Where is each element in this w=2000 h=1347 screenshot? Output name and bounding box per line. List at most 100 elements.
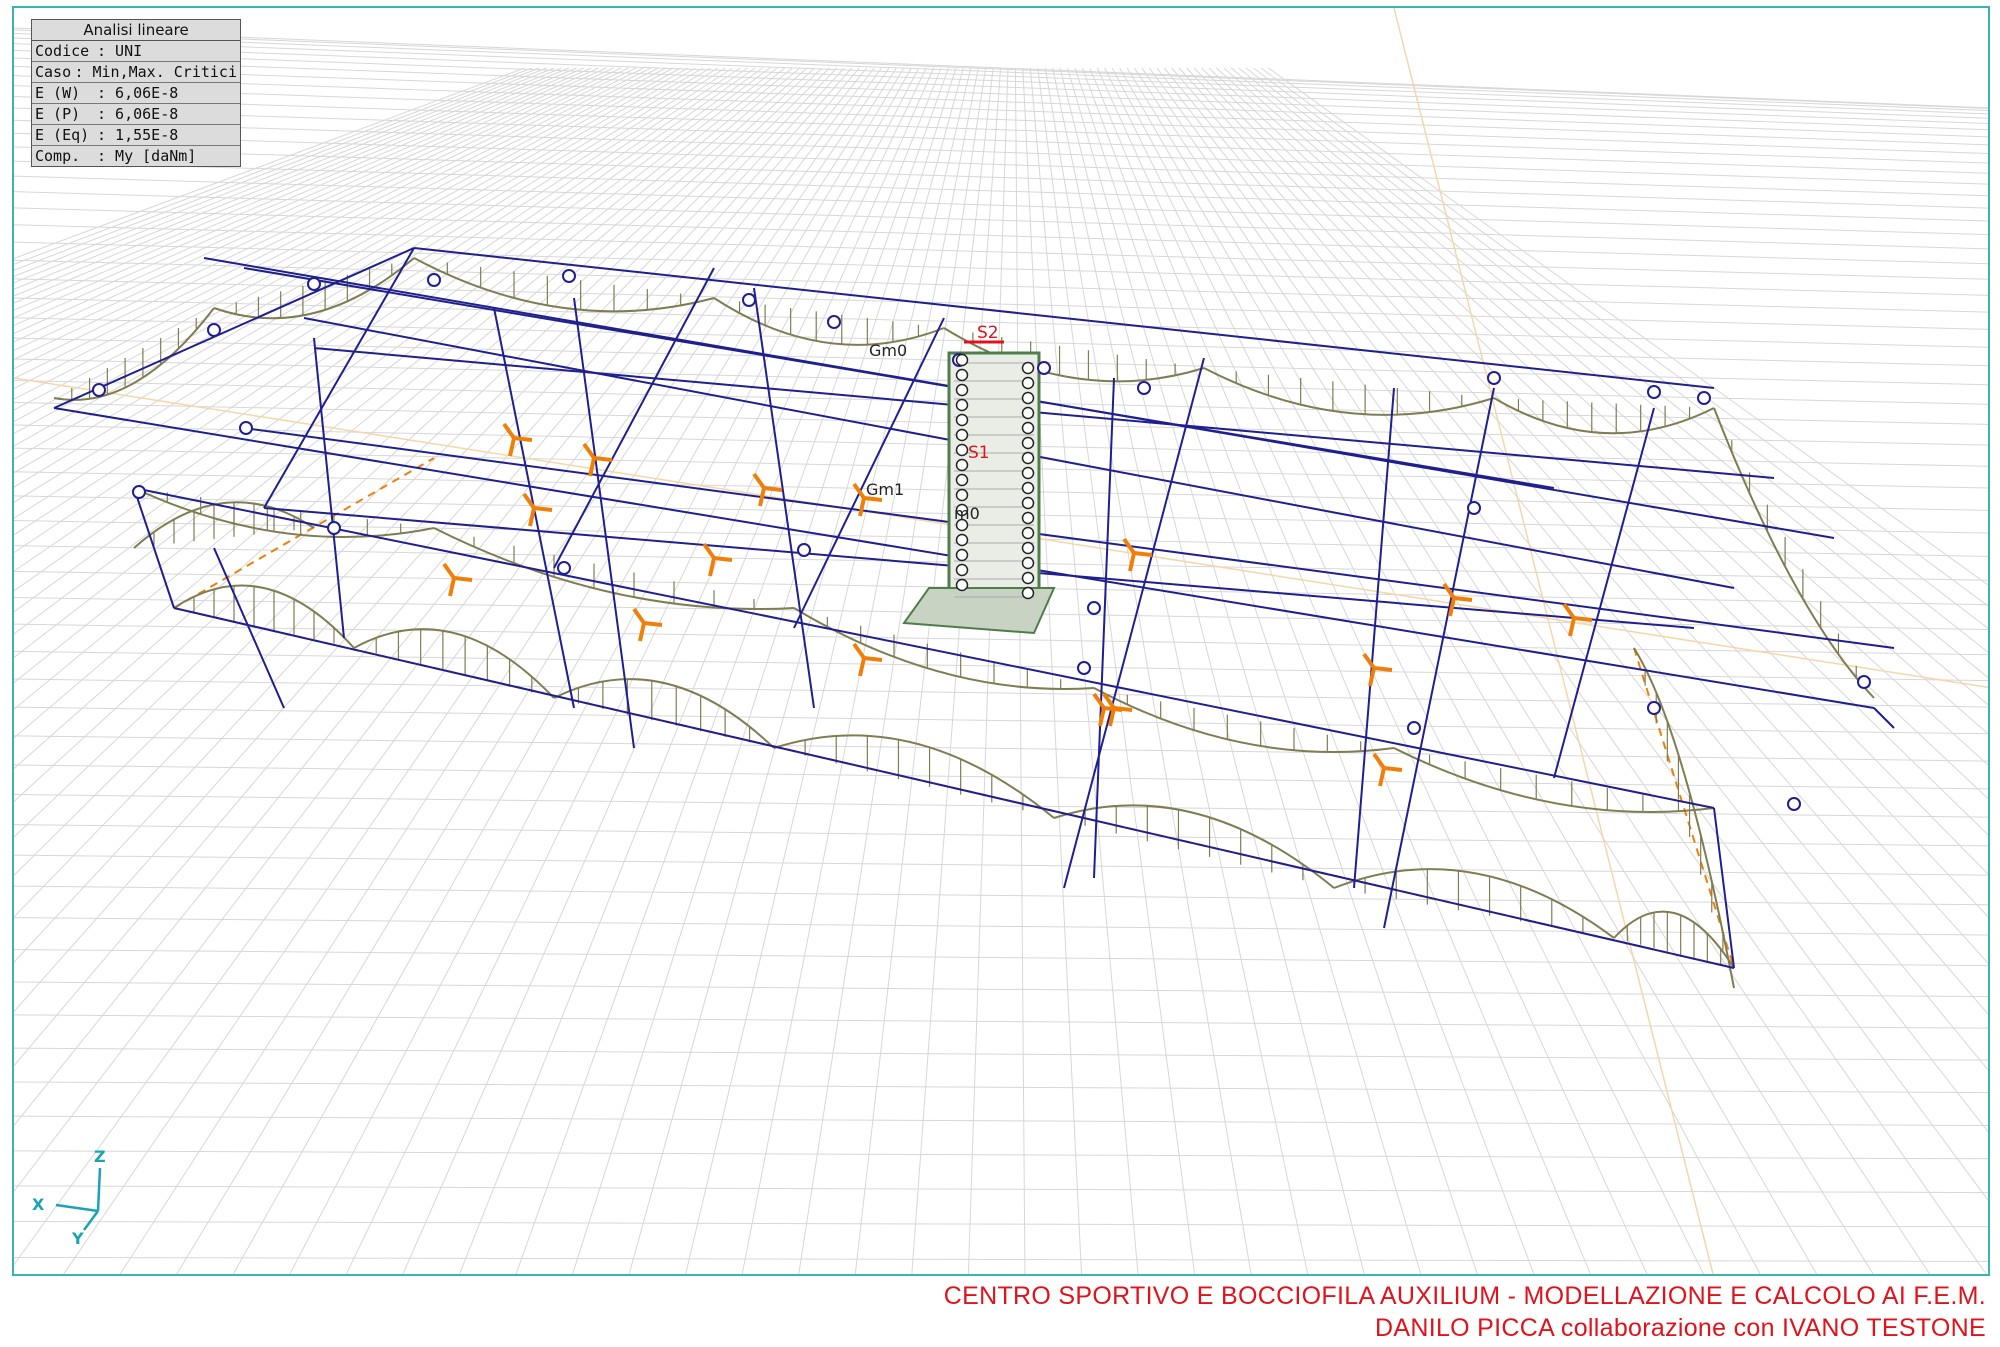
support-arm (1133, 551, 1153, 557)
support-arm (593, 456, 613, 462)
frame-node (239, 421, 253, 435)
support-arm (1092, 692, 1106, 710)
grid-line (14, 1150, 1988, 1160)
frame-node (92, 383, 106, 397)
support-arm (453, 576, 473, 582)
model-viewport[interactable]: S2 S1 Gm0 Gm1 m0 Analisi lineare Codice:… (12, 6, 1990, 1276)
grid-line (1126, 67, 1874, 1274)
support-arm (863, 656, 883, 662)
grid-line (1253, 67, 1988, 629)
grid-line (14, 146, 1988, 209)
grid-line (14, 67, 719, 503)
wall-node (955, 578, 969, 592)
wall-node (955, 368, 969, 382)
row-key: E (W) (35, 84, 81, 102)
support-arm (448, 577, 456, 597)
frame-node (1787, 797, 1801, 811)
support-arm (708, 557, 716, 577)
wall-node (1021, 376, 1035, 390)
grid-line (14, 75, 1988, 146)
project-credits: CENTRO SPORTIVO E BOCCIOFILA AUXILIUM - … (944, 1280, 1986, 1344)
grid-line (1208, 67, 1988, 800)
support-arm (513, 436, 533, 442)
frame-beam (1873, 707, 1895, 729)
wall-node (1021, 451, 1035, 465)
grid-line (967, 67, 1009, 1274)
grid-line (14, 67, 644, 379)
grid-line (1215, 67, 1988, 766)
grid-line (14, 1185, 1988, 1194)
wall-node (1021, 541, 1035, 555)
grid-line (1119, 67, 1818, 1274)
wall-node (1021, 496, 1035, 510)
grid-line (14, 764, 1988, 790)
ground-grid (14, 27, 1988, 1274)
wall-node (1021, 556, 1035, 570)
grid-line (1029, 67, 1139, 1274)
grid-line (14, 67, 614, 343)
grid-line (14, 678, 1988, 708)
frame-node (1077, 661, 1091, 675)
frame-node (327, 521, 341, 535)
frame-node (1467, 501, 1481, 515)
frame-node (827, 315, 841, 329)
wall-node (955, 563, 969, 577)
row-key: Comp. (35, 147, 81, 165)
wall-node (955, 473, 969, 487)
ground-dashed-line (173, 457, 435, 609)
grid-line (14, 650, 1988, 682)
grid-line (1201, 67, 1988, 836)
grid-line (1230, 67, 1988, 706)
grid-line (14, 824, 1988, 847)
row-value: : 1,55E-8 (97, 126, 179, 144)
grid-line (1059, 67, 1365, 1274)
moment-curve (173, 584, 355, 649)
grid-line (14, 67, 733, 536)
grid-line (14, 1256, 1988, 1262)
support-arm (713, 556, 733, 562)
support-arm (758, 487, 766, 507)
frame-node (1087, 601, 1101, 615)
panel-row: E (Eq) : 1,55E-8 (32, 125, 240, 146)
wall-node (1021, 361, 1035, 375)
grid-line (14, 1047, 1988, 1061)
grid-line (14, 1115, 1988, 1126)
axis-y-label: Y (71, 1229, 84, 1248)
grid-line (14, 49, 1988, 125)
wall-node (955, 398, 969, 412)
wall-node (1021, 466, 1035, 480)
grid-line (1156, 67, 1988, 1133)
grid-line (14, 1081, 1988, 1094)
wall-node (1021, 526, 1035, 540)
panel-title: Analisi lineare (32, 20, 240, 41)
grid-line (14, 175, 1988, 236)
reference-axes-lines (14, 8, 1988, 1274)
support-arm (638, 622, 646, 642)
grid-line (1014, 67, 1026, 1274)
frame-node (1407, 721, 1421, 735)
axis-x-label: X (32, 1195, 45, 1214)
frame-node (427, 273, 441, 287)
support-arm (588, 457, 596, 477)
wall-node (955, 353, 969, 367)
grid-line (14, 29, 1988, 109)
label-gm1: Gm1 (866, 480, 904, 499)
grid-line (14, 67, 592, 319)
frame-node (557, 561, 571, 575)
grid-line (289, 67, 920, 1274)
frame-node (797, 543, 811, 557)
support-arm (582, 442, 596, 460)
panel-row: Comp.: My [daNm] (32, 146, 240, 166)
frame-node (307, 277, 321, 291)
grid-line (685, 67, 972, 1274)
axis-z-label: Z (94, 1148, 106, 1166)
wall-node (955, 383, 969, 397)
wall-node (955, 413, 969, 427)
grid-line (14, 1220, 1988, 1228)
row-key: E (P) (35, 105, 81, 123)
fem-model-scene[interactable]: S2 S1 Gm0 Gm1 m0 (14, 8, 1990, 1276)
support-arm (502, 422, 516, 440)
label-gm0: Gm0 (869, 341, 907, 360)
row-key: E (Eq) (35, 126, 90, 144)
frame-node (1857, 675, 1871, 689)
